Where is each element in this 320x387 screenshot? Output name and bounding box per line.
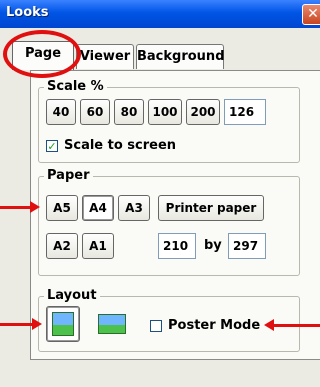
scale-200-button[interactable]: 200 <box>186 99 220 125</box>
scale-input[interactable]: 126 <box>224 99 266 125</box>
scale-to-screen-label: Scale to screen <box>64 138 177 153</box>
scale-40-button[interactable]: 40 <box>46 99 76 125</box>
layout-arrow-line <box>0 323 34 326</box>
landscape-layout-icon[interactable] <box>98 314 126 334</box>
poster-arrow-icon <box>264 319 274 331</box>
paper-a3-button[interactable]: A3 <box>118 195 150 221</box>
checkmark-icon: ✓ <box>47 140 57 153</box>
paper-a4-button[interactable]: A4 <box>82 195 114 221</box>
paper-group <box>38 176 300 276</box>
scale-80-button[interactable]: 80 <box>114 99 144 125</box>
paper-arrow-line <box>0 206 34 209</box>
tab-page[interactable]: Page <box>12 41 74 70</box>
scale-to-screen-checkbox[interactable]: ✓ <box>46 140 58 152</box>
by-label: by <box>204 238 222 253</box>
portrait-layout-button[interactable] <box>46 306 80 342</box>
poster-arrow-line <box>274 324 320 327</box>
paper-height-input[interactable]: 297 <box>228 233 266 259</box>
scale-group-label: Scale % <box>44 79 107 94</box>
close-button[interactable]: ✕ <box>302 4 320 25</box>
title-bar[interactable]: Looks ✕ <box>0 0 320 28</box>
portrait-page-icon <box>52 312 74 336</box>
close-icon: ✕ <box>307 6 319 22</box>
poster-mode-label: Poster Mode <box>168 318 261 333</box>
tab-viewer[interactable]: Viewer <box>76 44 134 69</box>
layout-group-label: Layout <box>44 288 100 303</box>
layout-arrow-icon <box>32 318 42 330</box>
paper-a1-button[interactable]: A1 <box>82 233 114 259</box>
paper-a2-button[interactable]: A2 <box>46 233 78 259</box>
poster-mode-checkbox[interactable] <box>150 320 162 332</box>
scale-100-button[interactable]: 100 <box>148 99 182 125</box>
window-title: Looks <box>6 5 49 20</box>
paper-width-input[interactable]: 210 <box>158 233 196 259</box>
looks-window: Looks ✕ Page Viewer Background Scale % 4… <box>0 0 320 387</box>
paper-arrow-icon <box>30 201 40 213</box>
printer-paper-button[interactable]: Printer paper <box>158 195 264 221</box>
tab-background[interactable]: Background <box>136 44 225 69</box>
paper-group-label: Paper <box>44 168 93 183</box>
scale-60-button[interactable]: 60 <box>80 99 110 125</box>
paper-a5-button[interactable]: A5 <box>46 195 78 221</box>
